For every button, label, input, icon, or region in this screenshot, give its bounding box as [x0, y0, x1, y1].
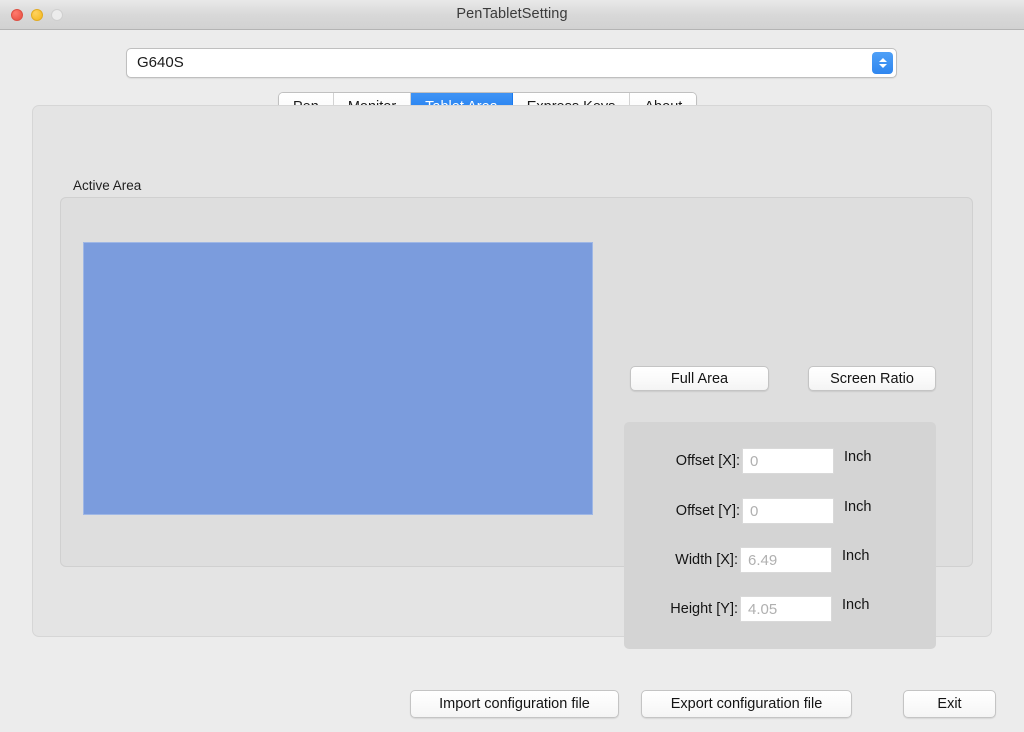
- offset-x-label: Offset [X]:: [675, 453, 740, 469]
- window-content: G640S Pen Monitor Tablet Area Express Ke…: [0, 30, 1024, 732]
- tablet-active-area-rect[interactable]: [83, 242, 593, 515]
- offset-y-unit: Inch: [844, 499, 872, 515]
- offset-x-unit: Inch: [844, 449, 872, 465]
- import-configuration-button[interactable]: Import configuration file: [410, 690, 619, 718]
- chevron-updown-icon[interactable]: [872, 52, 893, 74]
- active-area-box: Full Area Screen Ratio Offset [X]: 0 Inc…: [60, 197, 973, 649]
- width-x-label: Width [X]:: [675, 552, 738, 568]
- width-x-unit: Inch: [842, 548, 870, 564]
- chevron-up-icon: [878, 58, 887, 62]
- window-title: PenTabletSetting: [456, 6, 568, 22]
- tablet-area-panel: Active Area Full Area Screen Ratio Offse…: [32, 105, 992, 649]
- exit-button[interactable]: Exit: [903, 690, 996, 718]
- height-y-input[interactable]: 4.05: [740, 596, 832, 622]
- field-row-width-x: Width [X]: 6.49 Inch: [624, 547, 936, 573]
- app-window: PenTabletSetting G640S Pen Monitor Table…: [0, 0, 1024, 732]
- field-row-offset-y: Offset [Y]: 0 Inch: [624, 498, 936, 524]
- device-select-value: G640S: [137, 54, 184, 71]
- chevron-down-icon: [878, 64, 887, 68]
- height-y-label: Height [Y]:: [670, 601, 738, 617]
- height-y-unit: Inch: [842, 597, 870, 613]
- window-titlebar: PenTabletSetting: [0, 0, 1024, 30]
- offset-y-input[interactable]: 0: [742, 498, 834, 524]
- field-row-offset-x: Offset [X]: 0 Inch: [624, 448, 936, 474]
- area-dimensions-group: Offset [X]: 0 Inch Offset [Y]: 0 Inch Wi…: [624, 422, 936, 649]
- device-select[interactable]: G640S: [126, 48, 897, 78]
- offset-y-label: Offset [Y]:: [675, 503, 740, 519]
- offset-x-input[interactable]: 0: [742, 448, 834, 474]
- full-area-button[interactable]: Full Area: [630, 366, 769, 391]
- active-area-section-label: Active Area: [73, 178, 142, 193]
- export-configuration-button[interactable]: Export configuration file: [641, 690, 852, 718]
- width-x-input[interactable]: 6.49: [740, 547, 832, 573]
- field-row-height-y: Height [Y]: 4.05 Inch: [624, 596, 936, 622]
- screen-ratio-button[interactable]: Screen Ratio: [808, 366, 936, 391]
